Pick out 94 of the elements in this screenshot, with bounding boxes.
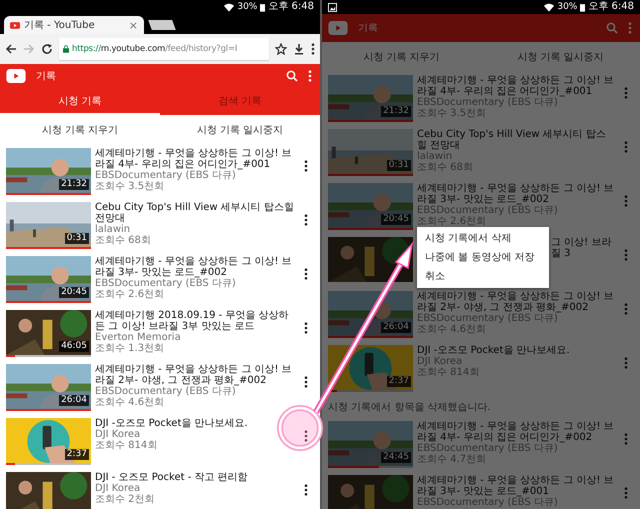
video-title[interactable]: DJI -오즈모 Pocket을 만나보세요. [417, 345, 614, 356]
video-title[interactable]: 세계테마기행 - 무엇을 상상하든 그 이상! 브라질 3부- 맛있는 로드_#002 [417, 183, 614, 205]
channel-name: EBSDocumentary (EBS 다큐) [417, 97, 559, 108]
clock: 오후 6:48 [588, 1, 634, 13]
page-title: 기록 [358, 22, 378, 35]
view-count: 조회수 68회 [95, 235, 152, 246]
more-icon[interactable] [304, 268, 308, 280]
channel-name: EBSDocumentary (EBS 다큐) [417, 313, 559, 324]
new-tab-button[interactable] [148, 20, 176, 30]
wifi-icon [224, 2, 234, 12]
channel-name: lalawin [417, 151, 454, 162]
youtube-icon [10, 22, 20, 28]
view-count: 조회수 2.6천회 [95, 289, 166, 300]
channel-name: DJI Korea [95, 429, 142, 440]
view-count: 조회수 4.6천회 [95, 397, 166, 408]
channel-name: DJI Korea [95, 483, 142, 494]
video-title[interactable]: Cebu City Top's Hill View 세부시티 탑스힐 전망대 [95, 202, 294, 224]
battery-icon [260, 2, 266, 12]
video-title[interactable]: 세계테마기행 - 무엇을 상상하든 그 이상! 브라질 4부- 우리의 집은 어디인가_#002 [417, 421, 614, 443]
video-title[interactable]: 세계테마기행 2018.09.19 - 무엇을 상상하든 그 이상! 브라질 3부 맛있는 로드 [95, 310, 294, 332]
clock: 오후 6:48 [268, 1, 314, 13]
view-count: 조회수 4.6천회 [417, 324, 488, 335]
video-title[interactable]: 세계테마기행 - 무엇을 상상하든 그 이상! 브라질 3부- 맛있는 로드_#001 [417, 475, 614, 497]
duration-label: 24:45 [381, 452, 411, 463]
search-icon[interactable] [606, 22, 618, 34]
channel-name: DJI Korea [417, 356, 464, 367]
view-count: 조회수 2천회 [95, 494, 156, 505]
deleted-notice: 시청 기록에서 항목을 삭제했습니다. [327, 401, 492, 415]
channel-name: lalawin [95, 224, 132, 235]
more-icon[interactable] [304, 160, 308, 172]
history-action-link[interactable]: 시청 기록 지우기 [0, 123, 160, 137]
video-title[interactable]: 세계테마기행 - 무엇을 상상하든 그 이상! 브라질 4부- 우리의 집은 어디인가_#001 [417, 75, 614, 97]
page-title: 기록 [36, 70, 56, 83]
video-title[interactable]: 세계테마기행 - 무엇을 상상하든 그 이상! 브라질 4부- 우리의 집은 어디인가_#001 [95, 148, 294, 170]
view-count: 조회수 814회 [95, 440, 158, 451]
channel-name: EBSDocumentary (EBS 다큐) [417, 497, 559, 508]
channel-name: EBSDocumentary (EBS 다큐) [95, 170, 237, 181]
duration-label: 0:31 [386, 160, 411, 171]
view-count: 조회수 68회 [417, 162, 474, 173]
view-count: 조회수 3.5천회 [95, 181, 166, 192]
video-title[interactable]: DJI -오즈모 Pocket을 만나보세요. [95, 418, 294, 429]
channel-name: Everton Memoria [95, 332, 182, 343]
menu-item[interactable]: 나중에 볼 동영상에 저장 [417, 248, 549, 267]
back-arrow-icon[interactable] [5, 43, 17, 55]
duration-label: 46:05 [59, 341, 89, 352]
view-count: 조회수 4.7천회 [417, 454, 488, 465]
duration-label: 26:04 [381, 322, 411, 333]
menu-icon[interactable] [311, 43, 315, 55]
channel-name: EBSDocumentary (EBS 다큐) [95, 278, 237, 289]
video-title[interactable]: 세계테마기행 - 무엇을 상상하든 그 이상! 브라질 2부- 야생, 그 전쟁과 평화_#002 [417, 291, 614, 313]
menu-item[interactable]: 시청 기록에서 삭제 [417, 229, 549, 248]
close-tab-button[interactable]: × [128, 18, 138, 32]
history-tab[interactable]: 시청 기록 [0, 88, 160, 115]
menu-item[interactable]: 취소 [417, 267, 549, 286]
download-icon[interactable] [293, 43, 305, 55]
more-icon[interactable] [304, 484, 308, 496]
video-title[interactable]: 세계테마기행 - 무엇을 상상하든 그 이상! 브라질 2부- 야생, 그 전쟁과 평화_#002 [95, 364, 294, 386]
battery-percent: 30% [557, 2, 578, 12]
more-icon[interactable] [304, 214, 308, 226]
duration-label: 2:37 [386, 376, 411, 387]
video-title[interactable]: DJI - 오즈모 Pocket - 작고 편리함 [95, 472, 294, 483]
search-icon[interactable] [286, 70, 298, 82]
video-title[interactable]: 그 이상! 브라질 3 [551, 237, 614, 259]
youtube-logo-icon[interactable] [6, 69, 26, 83]
duration-label: 2:37 [64, 449, 89, 460]
duration-label: 26:04 [59, 395, 89, 406]
view-count: 조회수 3.5천회 [417, 108, 488, 119]
battery-percent: 30% [237, 2, 258, 12]
video-title[interactable]: Cebu City Top's Hill View 세부시티 탑스힐 전망대 [417, 129, 614, 151]
highlight-ring [277, 405, 323, 451]
duration-label: 20:45 [381, 214, 411, 225]
gallery-icon [328, 2, 337, 12]
channel-name: EBSDocumentary (EBS 다큐) [417, 443, 559, 454]
more-icon[interactable] [304, 322, 308, 334]
view-count: 조회수 1.3천회 [95, 343, 166, 354]
duration-label: 21:32 [59, 179, 89, 190]
address-field[interactable]: https://m.youtube.com/feed/history?gl=I [59, 38, 269, 60]
lock-icon [63, 45, 69, 53]
browser-tab[interactable]: 기록 - YouTube × [4, 16, 144, 34]
wifi-icon [544, 2, 554, 12]
reload-icon[interactable] [41, 43, 53, 55]
duration-label: 21:32 [381, 106, 411, 117]
duration-label: 0:31 [64, 233, 89, 244]
channel-name: EBSDocumentary (EBS 다큐) [95, 386, 237, 397]
video-title[interactable]: 세계테마기행 - 무엇을 상상하든 그 이상! 브라질 3부- 맛있는 로드_#002 [95, 256, 294, 278]
battery-icon [580, 2, 586, 12]
star-icon[interactable] [275, 43, 287, 55]
view-count: 조회수 814회 [417, 367, 480, 378]
channel-name: EBSDocumentary (EBS 다큐) [417, 205, 559, 216]
youtube-logo-icon[interactable] [328, 21, 348, 35]
duration-label: 20:45 [59, 287, 89, 298]
more-icon[interactable] [304, 376, 308, 388]
history-action-link[interactable]: 시청 기록 일시중지 [160, 123, 320, 137]
view-count: 조회수 2.6천회 [417, 216, 488, 227]
